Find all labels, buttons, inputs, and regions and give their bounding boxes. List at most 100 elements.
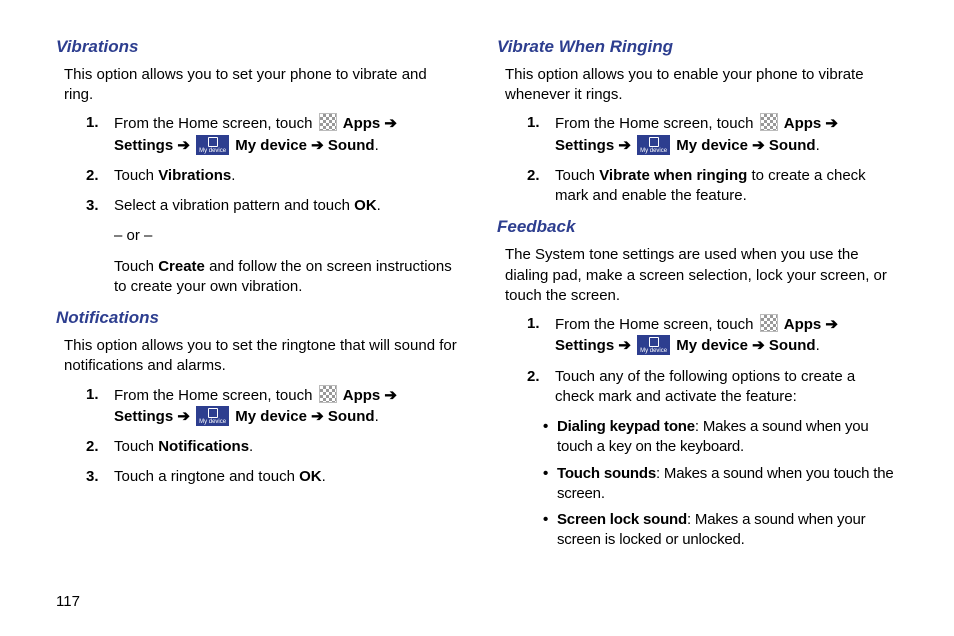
bullet-text: Dialing keypad tone: Makes a sound when … xyxy=(557,417,898,458)
text: Touch xyxy=(114,167,158,184)
arrow-icon: ➔ xyxy=(307,408,328,425)
settings-label: Settings xyxy=(114,408,173,425)
bold-text: OK xyxy=(354,197,377,214)
mydevice-label: My device xyxy=(676,137,748,154)
settings-label: Settings xyxy=(555,137,614,154)
step-text: From the Home screen, touch Apps ➔ Setti… xyxy=(555,314,898,357)
vibrations-step-2: 2. Touch Vibrations. xyxy=(86,166,457,186)
step-text: Touch Notifications. xyxy=(114,437,457,457)
text: . xyxy=(377,197,381,214)
bullet-icon: • xyxy=(543,510,557,551)
mydevice-label: My device xyxy=(235,137,307,154)
bold-text: OK xyxy=(299,468,322,485)
arrow-icon: ➔ xyxy=(614,337,635,354)
arrow-icon: ➔ xyxy=(821,115,838,132)
apps-icon xyxy=(760,314,778,332)
text: From the Home screen, touch xyxy=(114,115,317,132)
step-number: 2. xyxy=(527,166,555,207)
step-number: 1. xyxy=(527,314,555,357)
step-number: 2. xyxy=(86,166,114,186)
bold-text: Create xyxy=(158,258,205,275)
text: From the Home screen, touch xyxy=(114,387,317,404)
bold-text: Notifications xyxy=(158,438,249,455)
mydevice-label: My device xyxy=(235,408,307,425)
text: Touch a ringtone and touch xyxy=(114,468,299,485)
arrow-icon: ➔ xyxy=(748,337,769,354)
notifications-step-1: 1. From the Home screen, touch Apps ➔ Se… xyxy=(86,385,457,428)
step-number: 1. xyxy=(86,113,114,156)
bullet-icon: • xyxy=(543,417,557,458)
arrow-icon: ➔ xyxy=(307,137,328,154)
text: . xyxy=(249,438,253,455)
step-text: Touch a ringtone and touch OK. xyxy=(114,467,457,487)
step-number: 3. xyxy=(86,196,114,216)
or-divider: – or – xyxy=(114,226,457,246)
apps-label: Apps xyxy=(784,115,822,132)
step-text: Touch Vibrate when ringing to create a c… xyxy=(555,166,898,207)
feedback-step-2: 2. Touch any of the following options to… xyxy=(527,367,898,408)
apps-label: Apps xyxy=(784,316,822,333)
vibrations-step-3: 3. Select a vibration pattern and touch … xyxy=(86,196,457,216)
text: Touch xyxy=(114,438,158,455)
text: From the Home screen, touch xyxy=(555,316,758,333)
vibrate-ringing-heading: Vibrate When Ringing xyxy=(497,36,898,59)
text: From the Home screen, touch xyxy=(555,115,758,132)
text: Select a vibration pattern and touch xyxy=(114,197,354,214)
vibrations-heading: Vibrations xyxy=(56,36,457,59)
bold-text: Vibrate when ringing xyxy=(599,167,747,184)
mydevice-icon: My device xyxy=(196,135,229,155)
arrow-icon: ➔ xyxy=(748,137,769,154)
left-column: Vibrations This option allows you to set… xyxy=(56,36,457,557)
arrow-icon: ➔ xyxy=(821,316,838,333)
arrow-icon: ➔ xyxy=(173,408,194,425)
notifications-step-2: 2. Touch Notifications. xyxy=(86,437,457,457)
sound-label: Sound xyxy=(769,137,816,154)
settings-label: Settings xyxy=(114,137,173,154)
sound-label: Sound xyxy=(328,408,375,425)
text: . xyxy=(816,337,820,354)
create-instruction: Touch Create and follow the on screen in… xyxy=(114,257,457,298)
apps-icon xyxy=(319,385,337,403)
step-text: From the Home screen, touch Apps ➔ Setti… xyxy=(114,385,457,428)
mydevice-icon: My device xyxy=(637,335,670,355)
step-text: From the Home screen, touch Apps ➔ Setti… xyxy=(114,113,457,156)
page-columns: Vibrations This option allows you to set… xyxy=(56,36,898,557)
sound-label: Sound xyxy=(328,137,375,154)
step-number: 1. xyxy=(86,385,114,428)
text: . xyxy=(375,137,379,154)
sound-label: Sound xyxy=(769,337,816,354)
step-number: 1. xyxy=(527,113,555,156)
step-text: Touch Vibrations. xyxy=(114,166,457,186)
apps-label: Apps xyxy=(343,115,381,132)
bold-text: Touch sounds xyxy=(557,465,656,482)
step-text: From the Home screen, touch Apps ➔ Setti… xyxy=(555,113,898,156)
vibrations-step-1: 1. From the Home screen, touch Apps ➔ Se… xyxy=(86,113,457,156)
step-number: 2. xyxy=(86,437,114,457)
notifications-step-3: 3. Touch a ringtone and touch OK. xyxy=(86,467,457,487)
feedback-intro: The System tone settings are used when y… xyxy=(505,245,898,306)
bullet-text: Screen lock sound: Makes a sound when yo… xyxy=(557,510,898,551)
apps-icon xyxy=(760,113,778,131)
bullet-text: Touch sounds: Makes a sound when you tou… xyxy=(557,464,898,505)
apps-label: Apps xyxy=(343,387,381,404)
text: Touch xyxy=(114,258,158,275)
feedback-heading: Feedback xyxy=(497,216,898,239)
vibrations-intro: This option allows you to set your phone… xyxy=(64,65,457,106)
text: . xyxy=(816,137,820,154)
mydevice-icon: My device xyxy=(196,406,229,426)
feedback-step-1: 1. From the Home screen, touch Apps ➔ Se… xyxy=(527,314,898,357)
text: Touch xyxy=(555,167,599,184)
notifications-heading: Notifications xyxy=(56,307,457,330)
notifications-intro: This option allows you to set the ringto… xyxy=(64,336,457,377)
apps-icon xyxy=(319,113,337,131)
step-text: Touch any of the following options to cr… xyxy=(555,367,898,408)
vibrate-ringing-intro: This option allows you to enable your ph… xyxy=(505,65,898,106)
arrow-icon: ➔ xyxy=(173,137,194,154)
bullet-icon: • xyxy=(543,464,557,505)
page-number: 117 xyxy=(56,592,80,612)
mydevice-icon: My device xyxy=(637,135,670,155)
text: . xyxy=(322,468,326,485)
arrow-icon: ➔ xyxy=(614,137,635,154)
vibrate-ringing-step-1: 1. From the Home screen, touch Apps ➔ Se… xyxy=(527,113,898,156)
feedback-bullet-2: • Touch sounds: Makes a sound when you t… xyxy=(543,464,898,505)
